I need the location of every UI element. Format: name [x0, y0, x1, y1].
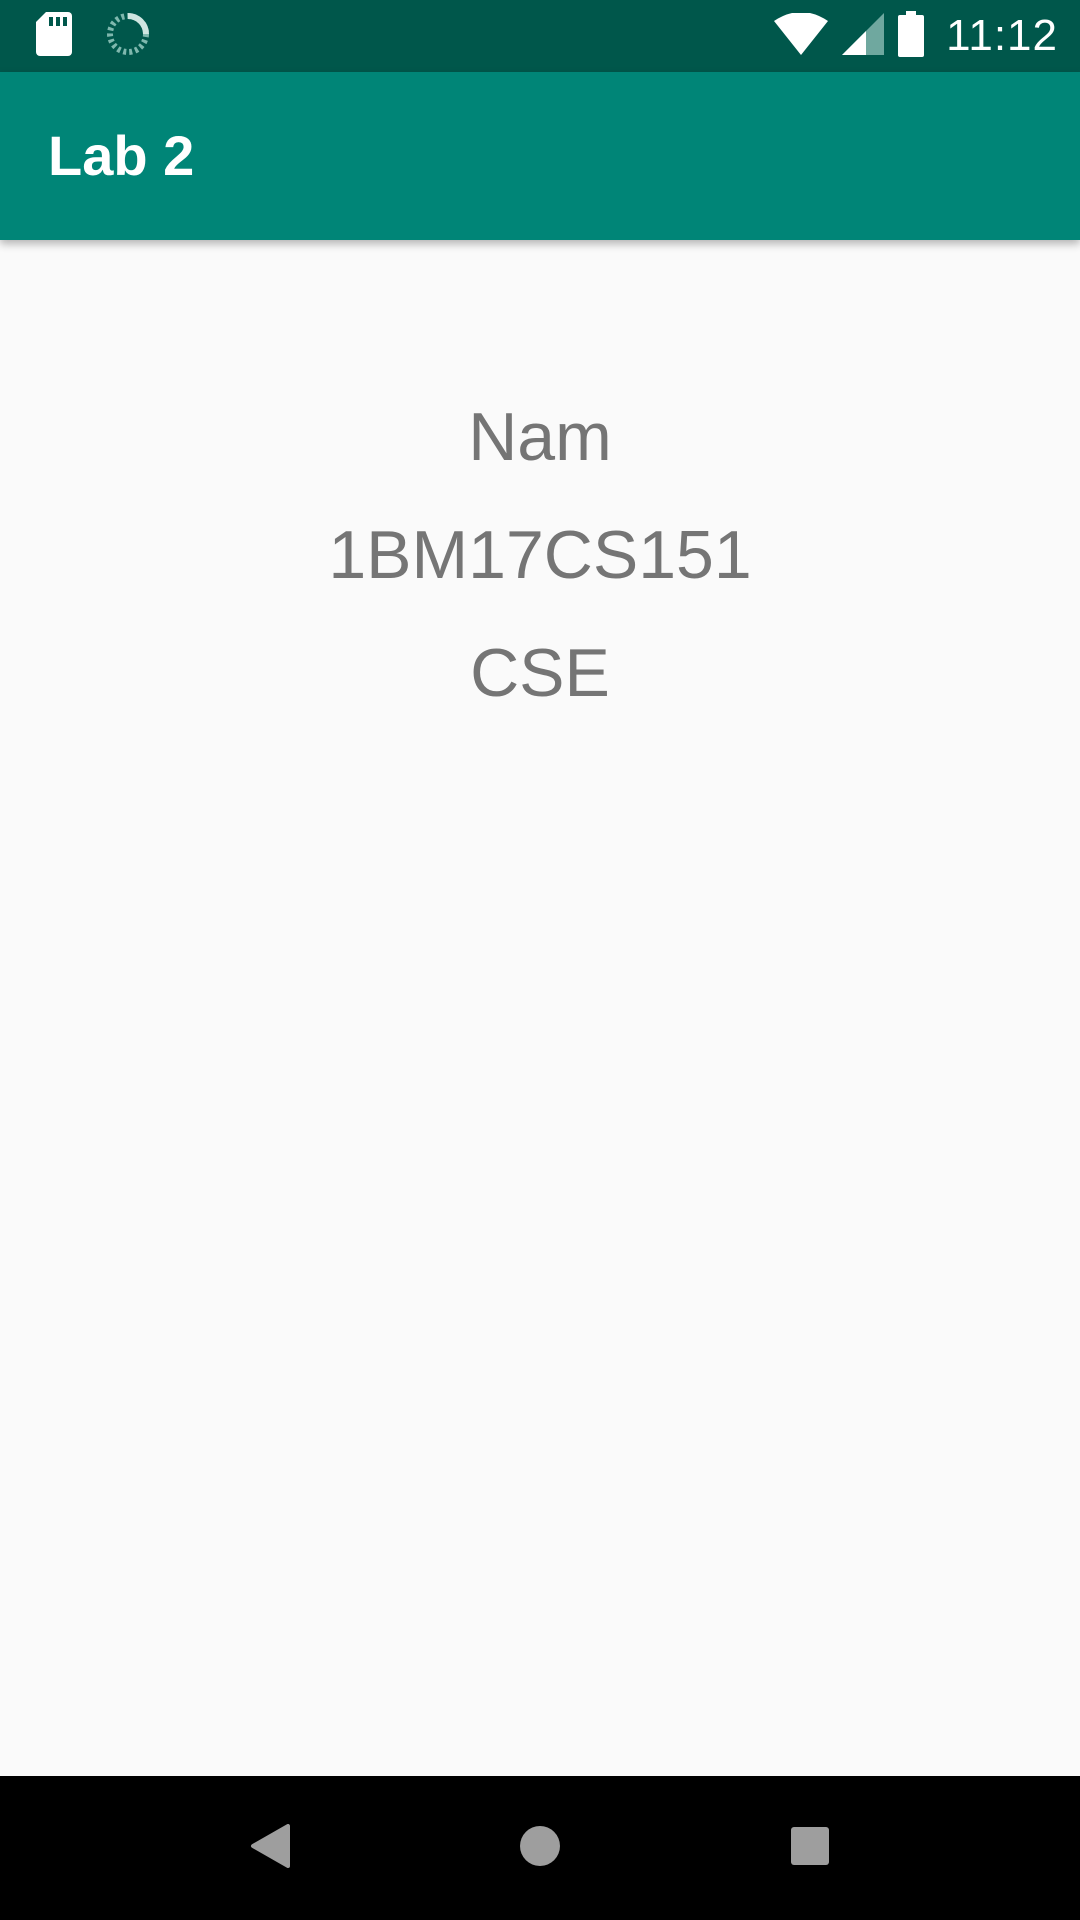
wifi-icon: [774, 11, 829, 60]
home-button[interactable]: [496, 1804, 584, 1892]
main-content: Nam 1BM17CS151 CSE: [0, 240, 1080, 1776]
app-bar: Lab 2: [0, 72, 1080, 240]
name-text: Nam: [468, 399, 612, 475]
home-icon: [518, 1824, 562, 1873]
back-icon: [250, 1823, 290, 1873]
battery-icon: [898, 10, 925, 62]
nav-bar: [0, 1776, 1080, 1920]
status-left-icons: [36, 11, 150, 61]
status-right-icons: 11:12: [774, 10, 1058, 62]
sync-icon: [106, 12, 150, 61]
recents-icon: [790, 1826, 830, 1871]
recents-button[interactable]: [766, 1804, 854, 1892]
screen: 11:12 Lab 2 Nam 1BM17CS151 CSE: [0, 0, 1080, 1920]
cell-signal-icon: [842, 12, 885, 60]
usn-text: 1BM17CS151: [328, 517, 752, 593]
department-text: CSE: [470, 635, 610, 711]
back-button[interactable]: [226, 1804, 314, 1892]
sd-card-icon: [36, 11, 72, 61]
status-bar: 11:12: [0, 0, 1080, 72]
status-time: 11:12: [946, 11, 1058, 60]
app-title: Lab 2: [48, 124, 195, 187]
